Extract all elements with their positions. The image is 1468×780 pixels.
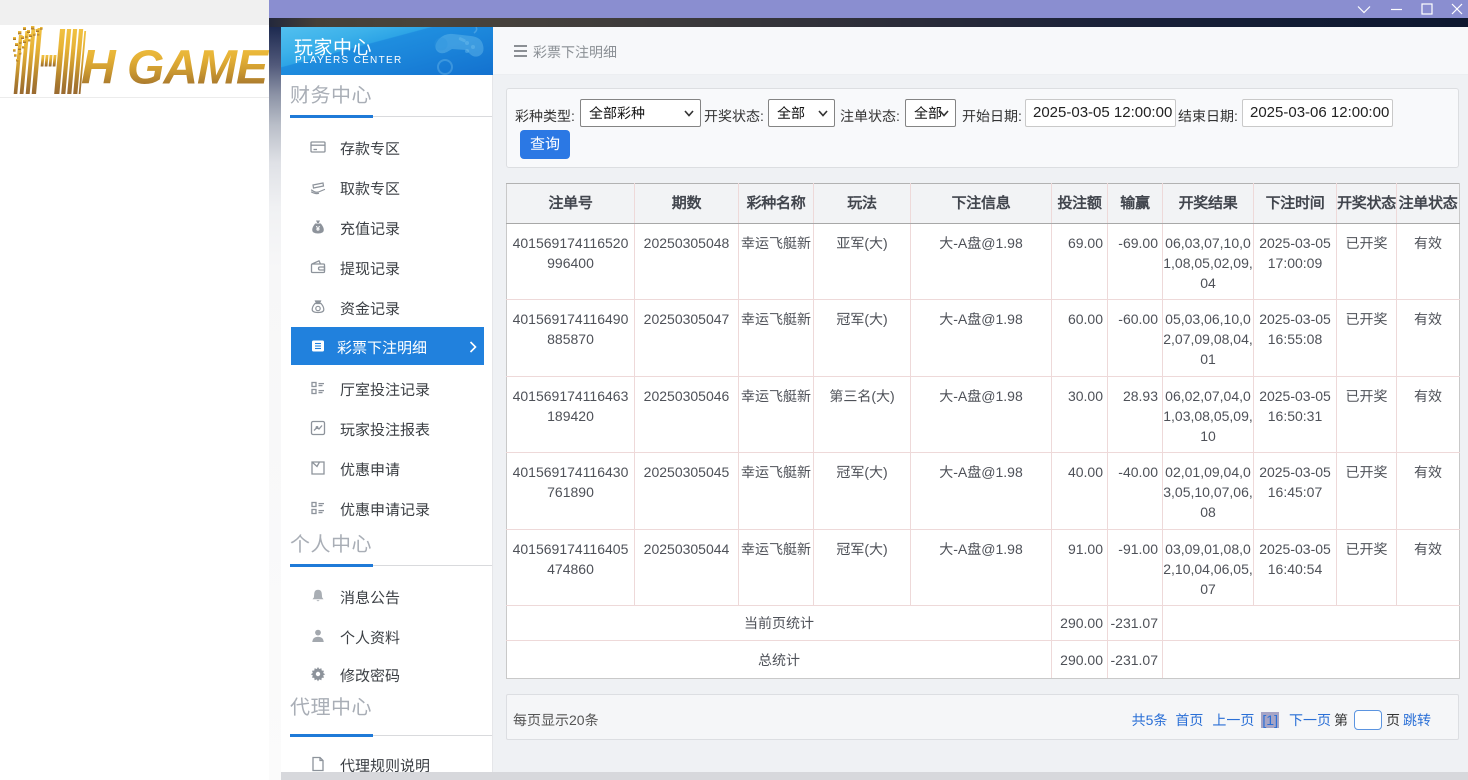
svg-text:H GAME: H GAME [81,42,269,95]
